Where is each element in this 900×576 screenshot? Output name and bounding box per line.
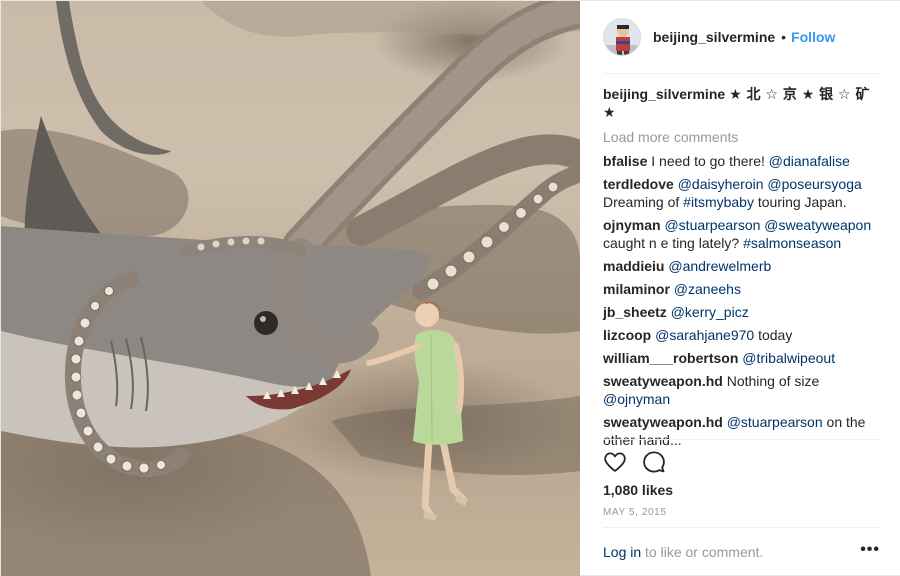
comment-username[interactable]: terdledove	[603, 176, 674, 192]
comment-mention-link[interactable]: @andrewelmerb	[668, 258, 771, 274]
comment: sweatyweapon.hd @stuarpearson on the oth…	[603, 413, 883, 449]
comment-mention-link[interactable]: @ojnyman	[603, 391, 670, 407]
comment-username[interactable]: bfalise	[603, 153, 647, 169]
speech-bubble-icon[interactable]	[642, 450, 666, 474]
comment-mention-link[interactable]: @stuarpearson	[727, 414, 823, 430]
comment-mention-link[interactable]: #salmonseason	[743, 235, 841, 251]
comment-text: Dreaming of	[603, 194, 684, 210]
comment-username[interactable]: maddieiu	[603, 258, 664, 274]
divider	[603, 527, 880, 528]
follow-button[interactable]: Follow	[791, 29, 835, 45]
comment: maddieiu @andrewelmerb	[603, 257, 883, 275]
comment-mention-link[interactable]: @tribalwipeout	[742, 350, 835, 366]
divider	[603, 73, 880, 74]
post-header: beijing_silvermine • Follow	[581, 1, 900, 73]
comment-items: bfalise I need to go there! @dianafalise…	[603, 152, 883, 449]
photo-illustration	[1, 1, 580, 576]
comment-mention-link[interactable]: @poseursyoga	[767, 176, 861, 192]
comment-mention-link[interactable]: @dianafalise	[769, 153, 850, 169]
more-options-icon[interactable]: •••	[860, 541, 880, 559]
comment-mention-link[interactable]: #itsmybaby	[683, 194, 754, 210]
separator-dot: •	[781, 29, 787, 45]
divider	[603, 439, 880, 440]
comment-text: today	[754, 327, 793, 343]
comment-username[interactable]: jb_sheetz	[603, 304, 667, 320]
comment-username[interactable]: william___robertson	[603, 350, 738, 366]
comment-mention-link[interactable]: @sweatyweapon	[764, 217, 871, 233]
comment: lizcoop @sarahjane970 today	[603, 326, 883, 344]
comment-text: Nothing of size	[726, 373, 820, 389]
comment-username[interactable]: ojnyman	[603, 217, 661, 233]
author-username[interactable]: beijing_silvermine	[653, 29, 775, 45]
comment: ojnyman @stuarpearson @sweatyweapon caug…	[603, 216, 883, 252]
comment-mention-link[interactable]: @daisyheroin	[678, 176, 764, 192]
comment: sweatyweapon.hd Nothing of size @ojnyman	[603, 372, 883, 408]
comment-username[interactable]: sweatyweapon.hd	[603, 373, 723, 389]
like-count[interactable]: 1,080 likes	[603, 482, 673, 498]
login-link[interactable]: Log in	[603, 544, 641, 560]
caption: beijing_silvermine ★ 北 ☆ 京 ★ 银 ☆ 矿 ★	[603, 85, 883, 121]
comment: bfalise I need to go there! @dianafalise	[603, 152, 883, 170]
comment-username[interactable]: sweatyweapon.hd	[603, 414, 723, 430]
comment-text: caught n e ting lately?	[603, 235, 744, 251]
comment-mention-link[interactable]: @zaneehs	[674, 281, 741, 297]
load-more-comments-button[interactable]: Load more comments	[603, 128, 883, 146]
avatar-image	[604, 19, 640, 55]
comment-text: I need to go there!	[651, 153, 769, 169]
comment-mention-link[interactable]: @sarahjane970	[655, 327, 754, 343]
comments-list: beijing_silvermine ★ 北 ☆ 京 ★ 银 ☆ 矿 ★ Loa…	[603, 85, 883, 454]
action-bar	[603, 450, 681, 474]
comment: terdledove @daisyheroin @poseursyoga Dre…	[603, 175, 883, 211]
heart-outline-icon[interactable]	[603, 450, 627, 474]
comment: william___robertson @tribalwipeout	[603, 349, 883, 367]
comment-username[interactable]: lizcoop	[603, 327, 651, 343]
comment-mention-link[interactable]: @kerry_picz	[671, 304, 749, 320]
comment: milaminor @zaneehs	[603, 280, 883, 298]
comment-username[interactable]: milaminor	[603, 281, 670, 297]
caption-author[interactable]: beijing_silvermine	[603, 86, 725, 102]
post-photo[interactable]	[1, 1, 580, 576]
post-date: MAY 5, 2015	[603, 507, 667, 518]
comment-mention-link[interactable]: @stuarpearson	[664, 217, 760, 233]
comment-text: touring Japan.	[753, 194, 847, 210]
login-prompt: Log in to like or comment.	[603, 544, 763, 560]
login-prompt-text: to like or comment.	[641, 544, 764, 560]
comment: jb_sheetz @kerry_picz	[603, 303, 883, 321]
instagram-post: beijing_silvermine • Follow beijing_silv…	[0, 0, 900, 576]
avatar[interactable]	[603, 18, 641, 56]
post-side-panel: beijing_silvermine • Follow beijing_silv…	[581, 1, 900, 575]
